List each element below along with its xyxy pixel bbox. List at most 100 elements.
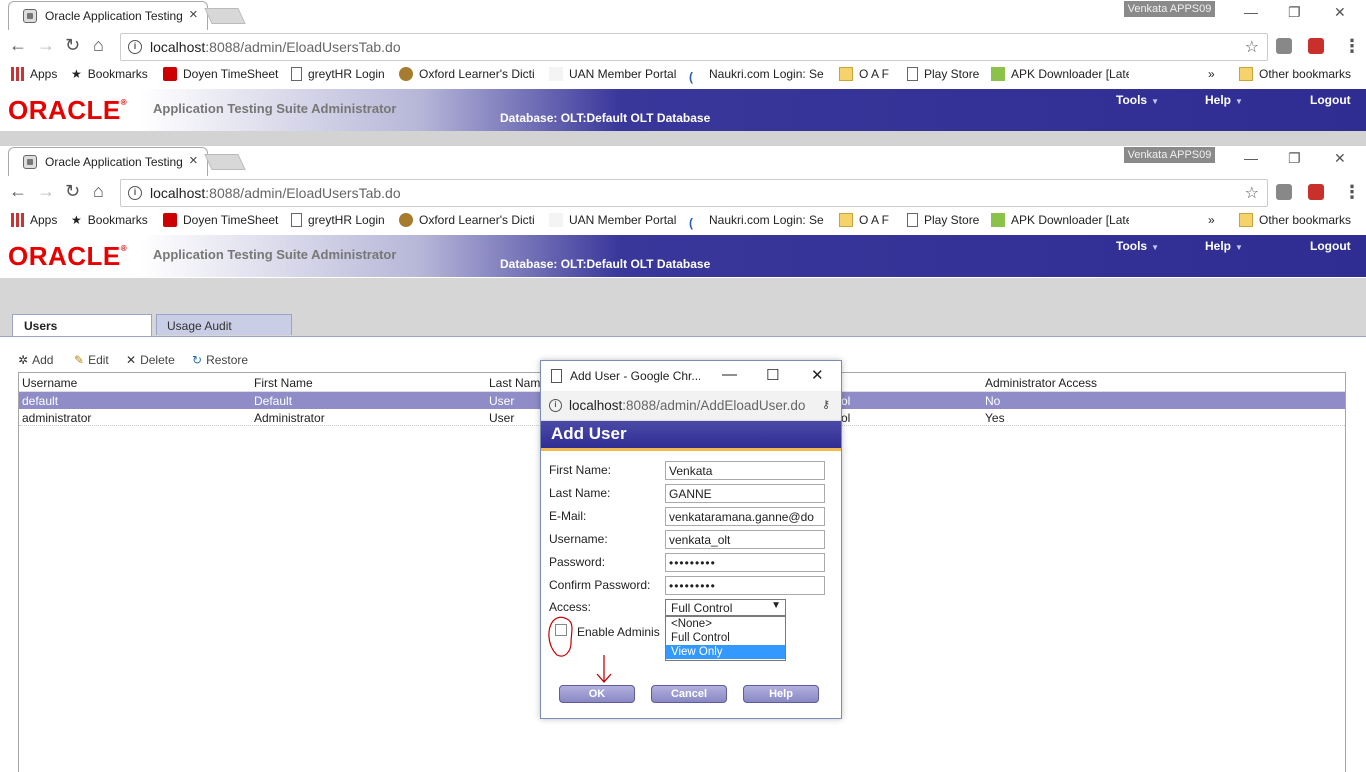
last-name-field[interactable]: GANNE (665, 484, 825, 503)
reload-icon[interactable]: ↻ (65, 35, 80, 56)
help-menu[interactable]: Help ▼ (1205, 239, 1243, 253)
tab-users[interactable]: Users (12, 314, 152, 336)
new-tab-button[interactable] (204, 8, 246, 24)
username-field[interactable]: venkata_olt (665, 530, 825, 549)
extension-red-icon[interactable] (1308, 38, 1324, 54)
access-option-view-only[interactable]: View Only (666, 645, 785, 659)
app-title: Application Testing Suite Administrator (153, 101, 397, 116)
profile-badge[interactable]: Venkata APPS09 (1124, 1, 1215, 17)
bookmark-oaf[interactable]: O A F (839, 213, 889, 227)
bookmark-uan[interactable]: UAN Member Portal (549, 213, 676, 227)
page-icon (291, 67, 302, 81)
bookmarks-overflow[interactable]: » (1208, 213, 1215, 227)
bookmark-oxford[interactable]: Oxford Learner's Dicti (399, 213, 535, 227)
close-window-icon[interactable]: ✕ (1334, 4, 1346, 21)
bookmark-doyen[interactable]: Doyen TimeSheet (163, 67, 278, 81)
reload-icon[interactable]: ↻ (65, 181, 80, 202)
bookmark-doyen[interactable]: Doyen TimeSheet (163, 213, 278, 227)
help-button[interactable]: Help (743, 685, 819, 703)
back-icon[interactable]: ← (9, 35, 27, 56)
access-option-none[interactable]: <None> (666, 617, 785, 631)
close-tab-icon[interactable]: × (189, 152, 198, 169)
browser-tab[interactable]: Oracle Application Testing × (8, 1, 208, 30)
minimize-icon[interactable]: — (1244, 4, 1258, 20)
menu-icon[interactable]: ⋮ (1343, 182, 1361, 203)
confirm-password-field[interactable]: ••••••••• (665, 576, 825, 595)
bookmark-playstore[interactable]: Play Store (907, 67, 979, 81)
maximize-icon[interactable]: ☐ (766, 366, 779, 384)
bookmark-naukri[interactable]: (Naukri.com Login: Se (689, 213, 825, 230)
add-button[interactable]: ✲ Add (18, 353, 53, 367)
close-dialog-icon[interactable]: ✕ (811, 366, 824, 384)
logout-link[interactable]: Logout (1310, 93, 1351, 107)
column-header[interactable]: Username (22, 376, 77, 390)
bookmark-apps[interactable]: Apps (11, 67, 57, 81)
bookmark-apps[interactable]: Apps (11, 213, 57, 227)
extension-icon[interactable] (1276, 38, 1292, 54)
delete-button[interactable]: ✕ Delete (126, 353, 175, 367)
extension-red-icon[interactable] (1308, 184, 1324, 200)
close-tab-icon[interactable]: × (189, 6, 198, 23)
access-option-full-control[interactable]: Full Control (666, 631, 785, 645)
bookmark-bookmarks[interactable]: ★ Bookmarks (71, 67, 148, 81)
bookmark-oxford[interactable]: Oxford Learner's Dicti (399, 67, 535, 81)
forward-icon[interactable]: → (37, 181, 55, 202)
bookmark-naukri[interactable]: (Naukri.com Login: Se (689, 67, 825, 84)
enable-admin-checkbox[interactable] (555, 624, 567, 636)
bookmark-bookmarks[interactable]: ★ Bookmarks (71, 213, 148, 227)
edit-button[interactable]: ✎ Edit (74, 353, 109, 367)
password-field[interactable]: ••••••••• (665, 553, 825, 572)
bookmark-star-icon[interactable]: ☆ (1245, 37, 1259, 57)
ok-button[interactable]: OK (559, 685, 635, 703)
bookmark-apk[interactable]: APK Downloader [Late (991, 213, 1129, 227)
cancel-button[interactable]: Cancel (651, 685, 727, 703)
address-bar[interactable]: i localhost:8088/admin/EloadUsersTab.do … (120, 179, 1268, 207)
email-field[interactable]: venkataramana.ganne@do (665, 507, 825, 526)
browser-tab[interactable]: Oracle Application Testing × (8, 147, 208, 176)
info-icon[interactable]: i (128, 186, 142, 200)
restore-icon[interactable]: ❐ (1288, 4, 1301, 21)
home-icon[interactable]: ⌂ (93, 181, 104, 202)
column-header[interactable]: First Name (254, 376, 313, 390)
info-icon[interactable]: i (549, 399, 562, 412)
home-icon[interactable]: ⌂ (93, 35, 104, 56)
minimize-icon[interactable]: — (1244, 150, 1258, 166)
other-bookmarks[interactable]: Other bookmarks (1239, 67, 1351, 81)
bookmark-greythr[interactable]: greytHR Login (291, 213, 385, 227)
menu-icon[interactable]: ⋮ (1343, 36, 1361, 57)
bookmark-star-icon[interactable]: ☆ (1245, 183, 1259, 203)
column-header[interactable]: Last Nam (489, 376, 540, 390)
new-tab-button[interactable] (204, 154, 246, 170)
tools-menu[interactable]: Tools ▼ (1116, 239, 1159, 253)
cell-first-name: Administrator (254, 411, 325, 425)
tools-menu[interactable]: Tools ▼ (1116, 93, 1159, 107)
help-menu[interactable]: Help ▼ (1205, 93, 1243, 107)
restore-button[interactable]: ↻ Restore (192, 353, 248, 367)
key-icon[interactable]: ⚷ (822, 398, 830, 411)
caret-down-icon: ▼ (1151, 243, 1160, 252)
annotation-arrow (596, 655, 612, 683)
info-icon[interactable]: i (128, 40, 142, 54)
dialog-address-bar[interactable]: i localhost:8088/admin/AddEloadUser.do ⚷ (541, 391, 841, 421)
minimize-icon[interactable]: — (722, 366, 737, 383)
first-name-field[interactable]: Venkata (665, 461, 825, 480)
address-bar[interactable]: i localhost:8088/admin/EloadUsersTab.do … (120, 33, 1268, 61)
bookmark-uan[interactable]: UAN Member Portal (549, 67, 676, 81)
forward-icon[interactable]: → (37, 35, 55, 56)
bookmark-playstore[interactable]: Play Store (907, 213, 979, 227)
tab-usage-audit[interactable]: Usage Audit (156, 314, 292, 335)
bookmark-oaf[interactable]: O A F (839, 67, 889, 81)
restore-icon[interactable]: ❐ (1288, 150, 1301, 167)
bookmarks-overflow[interactable]: » (1208, 67, 1215, 81)
access-select[interactable]: Full Control ▼ (665, 599, 786, 616)
logout-link[interactable]: Logout (1310, 239, 1351, 253)
other-bookmarks[interactable]: Other bookmarks (1239, 213, 1351, 227)
bookmark-greythr[interactable]: greytHR Login (291, 67, 385, 81)
back-icon[interactable]: ← (9, 181, 27, 202)
bookmark-apk[interactable]: APK Downloader [Late (991, 67, 1129, 81)
profile-badge[interactable]: Venkata APPS09 (1124, 147, 1215, 163)
url-text: localhost:8088/admin/EloadUsersTab.do (150, 39, 401, 55)
column-header[interactable]: Administrator Access (985, 376, 1097, 390)
close-window-icon[interactable]: ✕ (1334, 150, 1346, 167)
extension-icon[interactable] (1276, 184, 1292, 200)
